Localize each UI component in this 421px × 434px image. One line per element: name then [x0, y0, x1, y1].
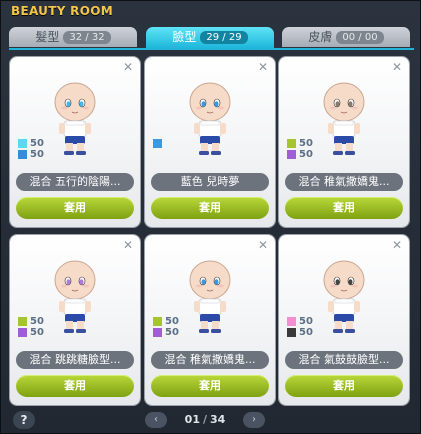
close-icon[interactable]: ✕ [392, 60, 402, 74]
mix-ratio-value: 50 [299, 149, 313, 160]
mix-ratio-value: 50 [299, 138, 313, 149]
apply-button[interactable]: 套用 [285, 197, 403, 219]
color-swatch [18, 139, 27, 148]
tab-skin-label: 皮膚 [308, 30, 333, 44]
face-card[interactable]: ✕ 50 50 混合 稚氣撒嬌鬼... 套用 [145, 235, 275, 405]
close-icon[interactable]: ✕ [258, 238, 268, 252]
mix-ratio-value: 50 [165, 316, 179, 327]
close-icon[interactable]: ✕ [392, 238, 402, 252]
mix-ratio-value: 50 [30, 316, 44, 327]
mix-ratio-value: 50 [299, 327, 313, 338]
face-card[interactable]: ✕ 50 50 混合 氣鼓鼓臉型... 套用 [279, 235, 409, 405]
character-avatar [189, 260, 231, 333]
apply-button[interactable]: 套用 [16, 375, 134, 397]
character-avatar [54, 82, 96, 155]
prev-page-button[interactable]: ‹ [145, 412, 167, 428]
tab-hair-label: 髮型 [35, 30, 60, 44]
color-swatch [287, 328, 296, 337]
character-avatar [323, 260, 365, 333]
apply-button[interactable]: 套用 [151, 375, 269, 397]
mix-ratio-value: 50 [30, 149, 44, 160]
close-icon[interactable]: ✕ [258, 60, 268, 74]
face-name-label: 混合 稚氣撒嬌鬼... [151, 351, 269, 369]
window-title: BEAUTY ROOM [11, 4, 113, 18]
close-icon[interactable]: ✕ [123, 60, 133, 74]
color-swatch [153, 317, 162, 326]
help-button[interactable]: ? [13, 411, 35, 429]
color-swatch [18, 150, 27, 159]
tab-face[interactable]: 臉型 29 / 29 [146, 27, 274, 49]
color-swatch [18, 317, 27, 326]
character-avatar [189, 82, 231, 155]
beauty-room-window: BEAUTY ROOM 髮型 32 / 32 臉型 29 / 29 皮膚 00 / 0… [0, 0, 421, 434]
character-avatar [54, 260, 96, 333]
face-card[interactable]: ✕ 50 50 混合 五行的陰陽... 套用 [10, 57, 140, 227]
apply-button[interactable]: 套用 [285, 375, 403, 397]
color-swatch [287, 139, 296, 148]
face-name-label: 混合 稚氣撒嬌鬼... [285, 173, 403, 191]
page-indicator: 01/34 [175, 413, 235, 426]
color-swatch [18, 328, 27, 337]
mix-ratio-value: 50 [30, 138, 44, 149]
face-name-label: 藍色 兒時夢 [151, 173, 269, 191]
apply-button[interactable]: 套用 [151, 197, 269, 219]
face-name-label: 混合 跳跳糖臉型... [16, 351, 134, 369]
face-card[interactable]: ✕ 50 50 混合 跳跳糖臉型... 套用 [10, 235, 140, 405]
face-name-label: 混合 氣鼓鼓臉型... [285, 351, 403, 369]
color-swatch [153, 328, 162, 337]
tab-hair-count: 32 / 32 [63, 31, 111, 44]
page-separator: / [202, 413, 208, 426]
next-page-button[interactable]: › [243, 412, 265, 428]
face-card[interactable]: ✕ 藍色 兒時夢套用 [145, 57, 275, 227]
pagination: ‹ 01/34 › [145, 412, 265, 428]
tab-skin[interactable]: 皮膚 00 / 00 [282, 27, 410, 47]
tab-underline [9, 48, 414, 50]
category-tabs: 髮型 32 / 32 臉型 29 / 29 皮膚 00 / 00 [9, 27, 414, 49]
tab-hair[interactable]: 髮型 32 / 32 [9, 27, 137, 47]
apply-button[interactable]: 套用 [16, 197, 134, 219]
face-card[interactable]: ✕ 50 50 混合 稚氣撒嬌鬼... 套用 [279, 57, 409, 227]
mix-ratio-value: 50 [165, 327, 179, 338]
face-name-label: 混合 五行的陰陽... [16, 173, 134, 191]
tab-face-count: 29 / 29 [200, 31, 248, 44]
page-current: 01 [184, 413, 200, 426]
color-swatch [153, 139, 162, 148]
color-swatch [287, 150, 296, 159]
mix-ratio-value: 50 [30, 327, 44, 338]
mix-ratio-value: 50 [299, 316, 313, 327]
color-swatch [287, 317, 296, 326]
tab-skin-count: 00 / 00 [336, 31, 384, 44]
page-total: 34 [210, 413, 226, 426]
character-avatar [323, 82, 365, 155]
close-icon[interactable]: ✕ [123, 238, 133, 252]
tab-face-label: 臉型 [172, 30, 197, 44]
